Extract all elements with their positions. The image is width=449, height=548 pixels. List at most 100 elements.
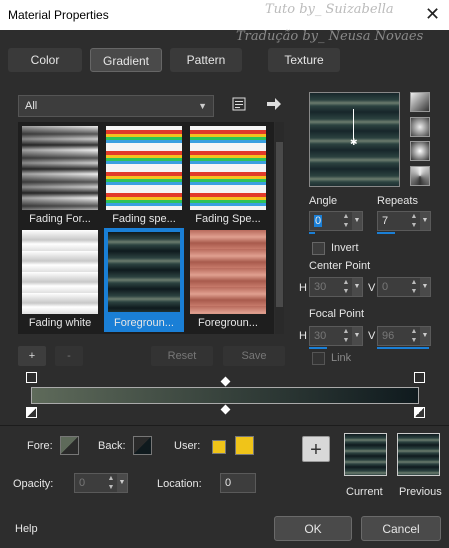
save-button[interactable]: Save <box>223 346 285 366</box>
add-stop-button[interactable]: + <box>18 346 46 366</box>
focal-h-field[interactable]: 30 ▲ ▼ ▼ <box>309 326 363 346</box>
focal-v-slider[interactable] <box>377 347 429 349</box>
opacity-midpoint[interactable] <box>220 376 231 387</box>
focal-h-label: H <box>299 330 307 342</box>
fore-stop-button[interactable] <box>60 436 79 455</box>
watermark-author: Tuto by_ Suizabella <box>265 2 394 17</box>
previous-swatch[interactable] <box>397 433 440 476</box>
center-point-icon[interactable]: ✱ <box>350 137 358 148</box>
chevron-down-icon[interactable]: ▼ <box>420 278 430 296</box>
sunburst-style-icon[interactable] <box>410 141 430 161</box>
gallery-item-foreground-background-2[interactable]: Foregroun... <box>188 228 268 332</box>
center-h-field[interactable]: 30 ▲ ▼ ▼ <box>309 277 363 297</box>
ok-button[interactable]: OK <box>274 516 352 541</box>
gallery-item-label: Fading For... <box>29 213 91 225</box>
window-title: Material Properties <box>8 8 109 22</box>
help-link[interactable]: Help <box>15 523 38 535</box>
opacity-stop-left[interactable] <box>26 372 37 383</box>
spin-arrows-icon[interactable]: ▲ ▼ <box>105 474 117 492</box>
chevron-down-icon[interactable]: ▼ <box>352 327 362 345</box>
angle-slider[interactable] <box>309 232 315 234</box>
location-value: 0 <box>225 477 232 489</box>
tab-pattern[interactable]: Pattern <box>170 48 242 72</box>
chevron-down-icon[interactable]: ▼ <box>420 212 430 230</box>
close-icon[interactable]: ✕ <box>425 4 440 25</box>
center-v-field[interactable]: 0 ▲ ▼ ▼ <box>377 277 431 297</box>
color-stop-left[interactable] <box>26 407 37 418</box>
center-point-label: Center Point <box>309 260 371 272</box>
tab-gradient[interactable]: Gradient <box>90 48 162 72</box>
angle-value: 0 <box>314 215 323 227</box>
user-stop-button[interactable] <box>212 440 226 454</box>
opacity-field[interactable]: 0 ▲ ▼ ▼ <box>74 473 128 493</box>
center-h-value: 30 <box>314 281 327 293</box>
user-label: User: <box>174 440 201 452</box>
rectangular-style-icon[interactable] <box>410 117 430 137</box>
focal-v-value: 96 <box>382 330 395 342</box>
chevron-down-icon[interactable]: ▼ <box>352 278 362 296</box>
focal-h-value: 30 <box>314 330 327 342</box>
invert-label: Invert <box>331 242 359 254</box>
repeats-value: 7 <box>382 215 389 227</box>
current-swatch[interactable] <box>344 433 387 476</box>
add-to-swatches-button[interactable]: + <box>302 436 330 462</box>
spin-arrows-icon[interactable]: ▲ ▼ <box>340 327 352 345</box>
radial-style-icon[interactable] <box>410 166 430 186</box>
tab-texture[interactable]: Texture <box>268 48 340 72</box>
repeats-label: Repeats <box>377 195 418 207</box>
focal-h-slider[interactable] <box>309 347 327 349</box>
gradient-swatch <box>22 230 98 314</box>
color-midpoint[interactable] <box>220 404 231 415</box>
back-label: Back: <box>98 440 126 452</box>
spin-arrows-icon[interactable]: ▲ ▼ <box>408 212 420 230</box>
scrollbar-thumb[interactable] <box>276 142 283 307</box>
gradient-swatch <box>190 230 266 314</box>
spin-arrows-icon[interactable]: ▲ ▼ <box>340 212 352 230</box>
center-v-value: 0 <box>382 281 389 293</box>
invert-checkbox[interactable] <box>312 242 325 255</box>
spin-arrows-icon[interactable]: ▲ ▼ <box>340 278 352 296</box>
category-select[interactable]: All ▼ <box>18 95 214 117</box>
gallery-item-foreground-background-selected[interactable]: Foregroun... <box>104 228 184 332</box>
angle-needle[interactable] <box>353 109 354 139</box>
title-bar: Material Properties Tuto by_ Suizabella … <box>0 0 449 30</box>
focal-v-label: V <box>368 330 376 342</box>
gradient-preview[interactable]: ✱ <box>309 92 400 187</box>
color-stop-right[interactable] <box>414 407 425 418</box>
separator <box>0 425 449 426</box>
gallery-scrollbar[interactable] <box>275 122 284 334</box>
repeats-field[interactable]: 7 ▲ ▼ ▼ <box>377 211 431 231</box>
opacity-stop-right[interactable] <box>414 372 425 383</box>
fore-label: Fore: <box>27 440 53 452</box>
library-icon[interactable] <box>231 96 247 112</box>
reset-button[interactable]: Reset <box>151 346 213 366</box>
gallery-item-fading-spectrum-1[interactable]: Fading spe... <box>104 124 184 228</box>
angle-field[interactable]: 0 ▲ ▼ ▼ <box>309 211 363 231</box>
tab-color[interactable]: Color <box>8 48 82 72</box>
remove-stop-button[interactable]: - <box>55 346 83 366</box>
category-select-value: All <box>25 100 38 112</box>
user-color-swatch[interactable] <box>235 436 254 455</box>
spin-arrows-icon[interactable]: ▲ ▼ <box>408 327 420 345</box>
gradient-swatch <box>22 126 98 210</box>
chevron-down-icon[interactable]: ▼ <box>117 474 127 492</box>
location-field[interactable]: 0 <box>220 473 256 493</box>
current-label: Current <box>346 486 383 498</box>
gallery-item-fading-foreground[interactable]: Fading For... <box>20 124 100 228</box>
arrow-right-icon[interactable] <box>266 96 282 112</box>
back-stop-button[interactable] <box>133 436 152 455</box>
spin-arrows-icon[interactable]: ▲ ▼ <box>408 278 420 296</box>
link-checkbox[interactable] <box>312 352 325 365</box>
gallery-item-fading-white[interactable]: Fading white <box>20 228 100 332</box>
linear-style-icon[interactable] <box>410 92 430 112</box>
gallery-item-label: Fading spe... <box>112 213 176 225</box>
angle-label: Angle <box>309 195 338 207</box>
repeats-slider[interactable] <box>377 232 395 234</box>
focal-point-label: Focal Point <box>309 308 365 320</box>
gradient-bar[interactable] <box>31 387 419 404</box>
chevron-down-icon[interactable]: ▼ <box>352 212 362 230</box>
cancel-button[interactable]: Cancel <box>361 516 441 541</box>
focal-v-field[interactable]: 96 ▲ ▼ ▼ <box>377 326 431 346</box>
gallery-item-fading-spectrum-2[interactable]: Fading Spe... <box>188 124 268 228</box>
chevron-down-icon[interactable]: ▼ <box>420 327 430 345</box>
